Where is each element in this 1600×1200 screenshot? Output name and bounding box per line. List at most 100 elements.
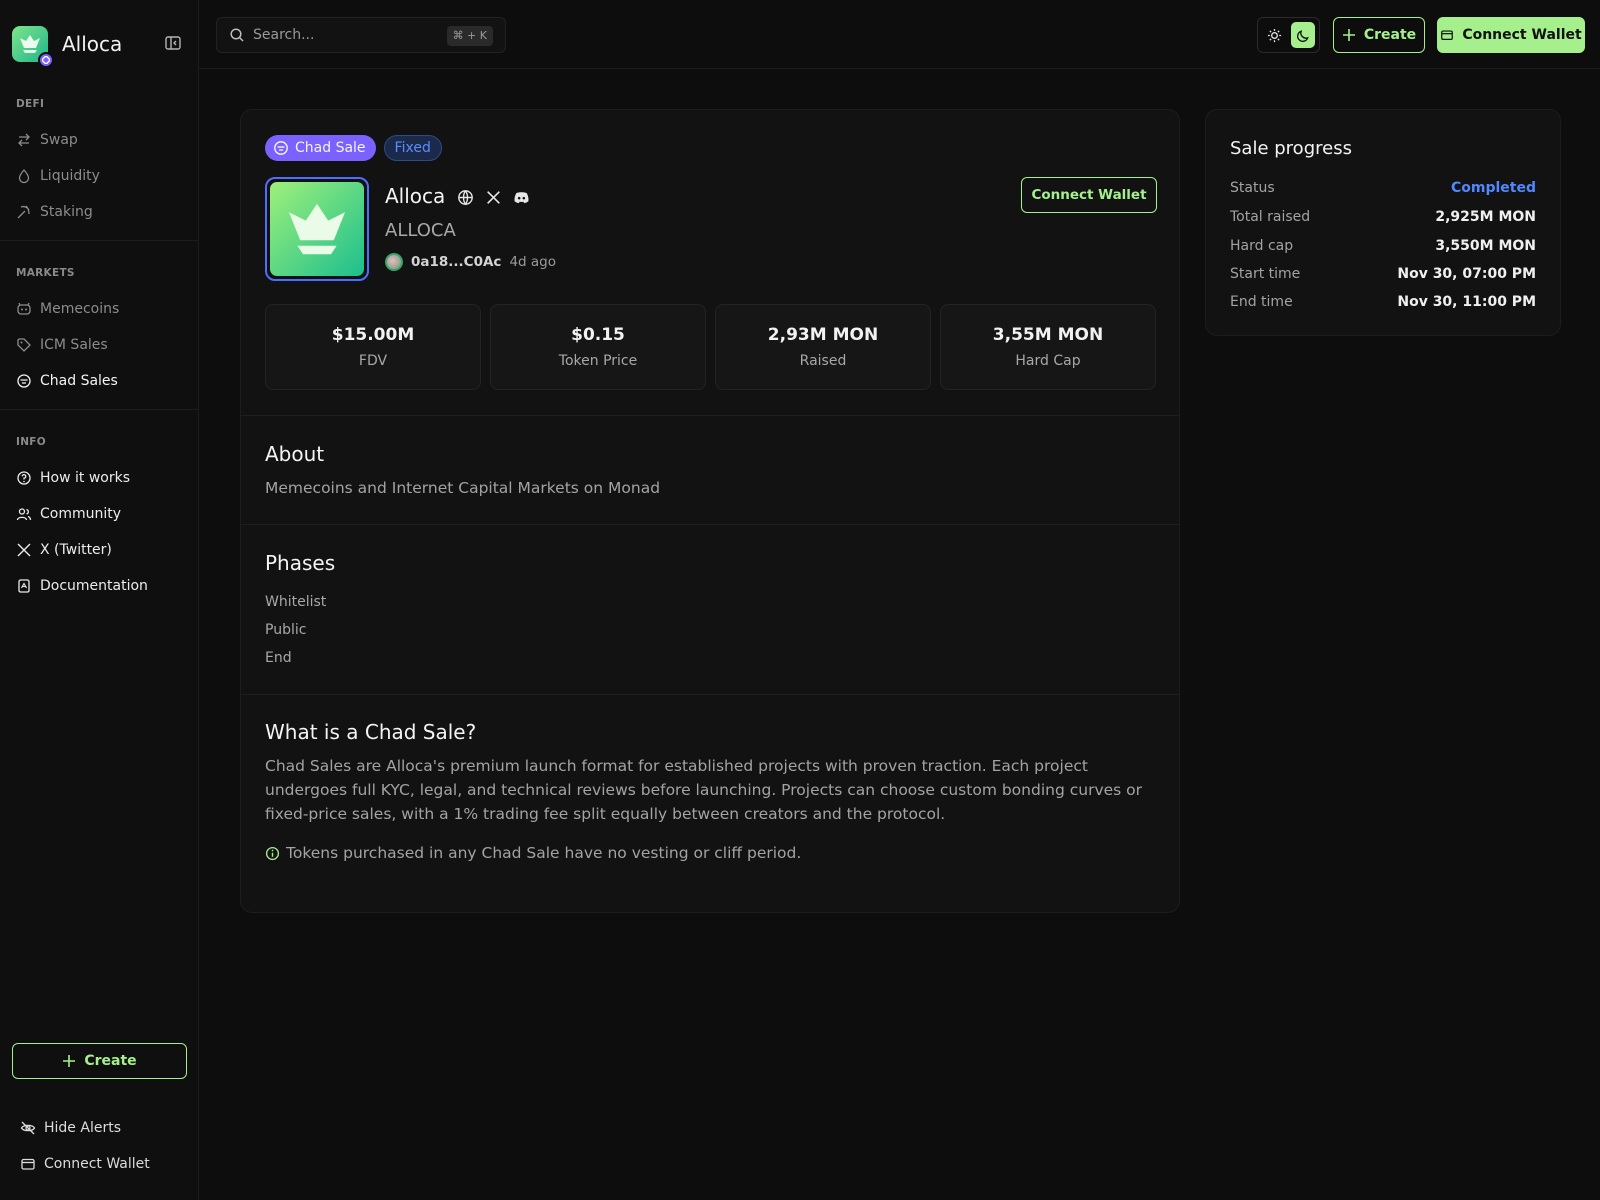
sidebar-connect-wallet-button[interactable]: Connect Wallet <box>0 1146 199 1182</box>
create-label: Create <box>1363 27 1417 43</box>
nav-section-defi: DEFI Swap Liquidity Staking <box>0 98 199 230</box>
created-time: 4d ago <box>509 254 556 270</box>
sale-details-card: Chad Sale Fixed Alloca ALLOCA 0a18...C0A… <box>240 109 1180 913</box>
tag-icon <box>17 338 31 352</box>
token-ticker: ALLOCA <box>385 220 456 241</box>
dark-mode-button[interactable] <box>1291 22 1315 48</box>
hide-alerts-label: Hide Alerts <box>44 1120 121 1136</box>
token-name: Alloca <box>385 184 446 208</box>
sidebar-item-how-it-works[interactable]: How it works <box>0 460 199 496</box>
progress-value: 2,925M MON <box>1435 209 1536 225</box>
creator-info: 0a18...C0Ac 4d ago <box>385 253 556 271</box>
progress-key: Total raised <box>1230 209 1311 225</box>
sidebar-item-staking[interactable]: Staking <box>0 194 199 230</box>
nav-section-info: INFO How it works Community X (Twitter) … <box>0 436 199 604</box>
card-connect-wallet-button[interactable]: Connect Wallet <box>1021 177 1157 213</box>
chad-mask-icon <box>17 374 31 388</box>
vesting-note: Tokens purchased in any Chad Sale have n… <box>265 844 801 862</box>
stat-label: Hard Cap <box>1015 353 1081 369</box>
search-input[interactable] <box>253 27 443 43</box>
sidebar-item-chad-sales[interactable]: Chad Sales <box>0 363 199 399</box>
sidebar-create-button[interactable]: Create <box>12 1043 187 1079</box>
discord-icon[interactable] <box>513 189 530 206</box>
connect-wallet-button[interactable]: Connect Wallet <box>1437 17 1585 53</box>
chad-sale-tag-label: Chad Sale <box>295 140 366 156</box>
create-button[interactable]: Create <box>1333 17 1425 53</box>
sidebar-item-swap[interactable]: Swap <box>0 122 199 158</box>
sidebar-item-label: Staking <box>40 204 93 220</box>
sidebar-item-label: X (Twitter) <box>40 542 112 558</box>
sidebar-item-label: Memecoins <box>40 301 120 317</box>
connect-wallet-label: Connect Wallet <box>1462 27 1582 43</box>
sidebar-footer: Hide Alerts Connect Wallet <box>0 1110 199 1182</box>
alloca-token-logo-icon <box>270 182 364 276</box>
x-logo-icon <box>17 543 31 557</box>
sidebar-create-label: Create <box>84 1053 137 1069</box>
users-icon <box>16 508 32 521</box>
sidebar-item-memecoins[interactable]: Memecoins <box>0 291 199 327</box>
sidebar-item-label: Liquidity <box>40 168 100 184</box>
stat-label: FDV <box>358 353 388 369</box>
x-logo-icon[interactable] <box>485 189 502 206</box>
help-circle-icon <box>17 471 31 485</box>
creator-address[interactable]: 0a18...C0Ac <box>411 254 501 270</box>
nav-section-title: DEFI <box>16 98 45 110</box>
collapse-sidebar-icon[interactable] <box>164 34 182 52</box>
stat-value: 2,93M MON <box>767 325 879 345</box>
swap-icon <box>18 133 30 147</box>
progress-row-hard-cap: Hard cap 3,550M MON <box>1230 238 1536 254</box>
sidebar-item-community[interactable]: Community <box>0 496 199 532</box>
sidebar-item-label: Community <box>40 506 122 522</box>
memecoin-icon <box>17 302 31 315</box>
brand[interactable]: Alloca <box>12 24 123 68</box>
sale-tags: Chad Sale Fixed <box>265 135 442 161</box>
search-box[interactable]: ⌘ + K <box>216 17 506 53</box>
sidebar-item-icm-sales[interactable]: ICM Sales <box>0 327 199 363</box>
progress-key: End time <box>1230 294 1293 310</box>
theme-toggle[interactable] <box>1257 17 1320 53</box>
progress-row-start-time: Start time Nov 30, 07:00 PM <box>1230 266 1536 282</box>
pickaxe-icon <box>17 205 30 219</box>
sidebar-connect-wallet-label: Connect Wallet <box>44 1156 150 1172</box>
stat-value: $15.00M <box>331 325 415 345</box>
light-mode-button[interactable] <box>1262 22 1286 48</box>
progress-row-end-time: End time Nov 30, 11:00 PM <box>1230 294 1536 310</box>
phases-title: Phases <box>265 551 336 575</box>
creator-avatar <box>385 253 403 271</box>
hide-alerts-button[interactable]: Hide Alerts <box>0 1110 199 1146</box>
progress-row-status: Status Completed <box>1230 180 1536 196</box>
sidebar-item-label: Chad Sales <box>40 373 118 389</box>
nav-section-markets: MARKETS Memecoins ICM Sales Chad Sales <box>0 267 199 399</box>
pricing-tag: Fixed <box>383 135 442 161</box>
sidebar-item-label: ICM Sales <box>40 337 108 353</box>
eye-off-icon <box>20 1121 36 1135</box>
topbar: ⌘ + K Create Connect Wallet <box>199 0 1600 69</box>
wallet-icon <box>21 1158 35 1170</box>
what-is-text: Chad Sales are Alloca's premium launch f… <box>265 757 1143 823</box>
chad-mask-icon <box>274 141 288 155</box>
sun-icon <box>1267 28 1281 42</box>
progress-key: Hard cap <box>1230 238 1294 254</box>
droplet-icon <box>18 169 30 184</box>
section-divider <box>241 524 1179 525</box>
chad-sale-tag: Chad Sale <box>265 135 376 161</box>
sidebar-item-x-twitter[interactable]: X (Twitter) <box>0 532 199 568</box>
social-links <box>457 189 530 206</box>
brand-name: Alloca <box>62 32 123 56</box>
phase-item-whitelist: Whitelist <box>265 594 327 610</box>
stat-label: Raised <box>799 353 847 369</box>
sidebar-item-liquidity[interactable]: Liquidity <box>0 158 199 194</box>
search-icon <box>230 28 244 42</box>
chain-badge-icon <box>38 52 54 68</box>
moon-icon <box>1296 29 1309 42</box>
book-icon <box>18 579 30 593</box>
what-is-title: What is a Chad Sale? <box>265 720 477 744</box>
stat-hard-cap: 3,55M MON Hard Cap <box>940 304 1156 390</box>
sidebar-item-label: How it works <box>40 470 130 486</box>
sidebar-item-label: Swap <box>40 132 78 148</box>
sidebar-item-documentation[interactable]: Documentation <box>0 568 199 604</box>
website-globe-icon[interactable] <box>457 189 474 206</box>
app-root: Alloca DEFI Swap Liquidity Staking MARKE… <box>0 0 1600 1200</box>
stat-fdv: $15.00M FDV <box>265 304 481 390</box>
phase-item-public: Public <box>265 622 307 638</box>
